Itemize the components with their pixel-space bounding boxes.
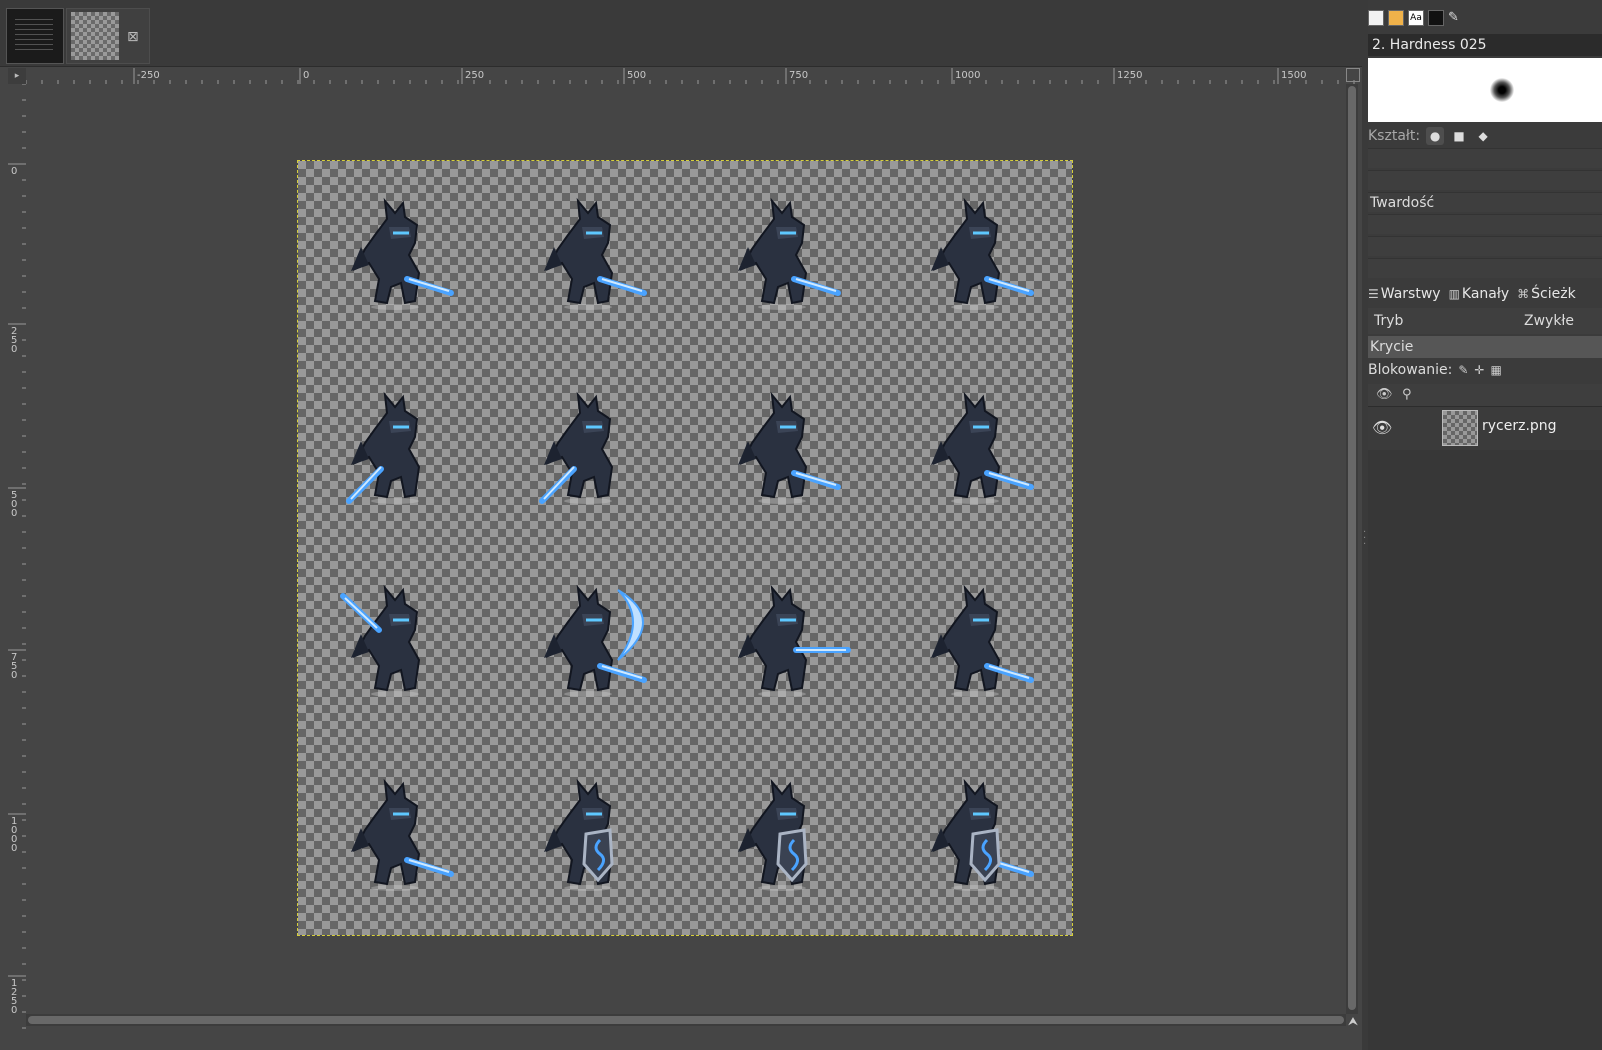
image-tab-bar: ⊠: [0, 0, 1376, 67]
ruler-label: 0: [11, 508, 17, 519]
sprite-knight-sword-low: [345, 391, 420, 504]
tab-paths[interactable]: ⌘ Ścieżk: [1517, 286, 1576, 302]
layer-mode-row[interactable]: Tryb Zwykłe: [1368, 308, 1602, 334]
shape-label: Kształt:: [1368, 128, 1421, 144]
pencil-icon[interactable]: ✎: [1448, 10, 1464, 26]
visibility-header-icon: 👁: [1376, 387, 1393, 402]
ruler-label: 0: [11, 344, 17, 355]
fonts-tab-icon[interactable]: Aa: [1408, 10, 1424, 26]
image-tab-1[interactable]: [6, 8, 64, 64]
brushes-tab-icon[interactable]: [1368, 10, 1384, 26]
brush-option-row[interactable]: [1368, 170, 1602, 190]
tab-channels[interactable]: ▥ Kanały: [1449, 286, 1510, 302]
sprite-knight-shield-sword: [931, 778, 1035, 891]
ruler-label: 0: [11, 670, 17, 681]
image-canvas[interactable]: [297, 160, 1073, 936]
ruler-corner-button[interactable]: ▸: [8, 68, 26, 84]
link-header-icon: ⚲: [1402, 387, 1412, 402]
ruler-label: 750: [789, 70, 808, 81]
lock-position-icon[interactable]: ✛: [1474, 360, 1484, 380]
vertical-scrollbar[interactable]: [1346, 84, 1358, 1014]
brush-dot: [1490, 78, 1514, 102]
vertical-ruler: 025050075010001250: [8, 84, 26, 1032]
brush-preview: [1368, 58, 1602, 122]
sprite-knight-leap: [737, 391, 841, 504]
ruler-label: 0: [11, 166, 17, 177]
ruler-label: 0: [303, 70, 309, 81]
square-shape-icon[interactable]: ■: [1450, 127, 1468, 145]
brush-option-row[interactable]: [1368, 148, 1602, 168]
diamond-shape-icon[interactable]: ◆: [1474, 127, 1492, 145]
document-history-tab-icon[interactable]: [1428, 10, 1444, 26]
sprite-knight-sword-idle: [931, 197, 1035, 310]
ruler-label: 0: [11, 1005, 17, 1016]
sprite-knight-sword-idle: [350, 197, 454, 310]
patterns-tab-icon[interactable]: [1388, 10, 1404, 26]
eye-icon[interactable]: 👁: [1372, 418, 1392, 437]
scrollbar-thumb[interactable]: [1348, 86, 1356, 1010]
brush-option-row[interactable]: [1368, 214, 1602, 234]
zoom-image-button[interactable]: [1346, 68, 1360, 82]
layers-icon: ☰: [1368, 287, 1379, 301]
sprite-knight-sword-idle: [737, 197, 841, 310]
lock-alpha-icon[interactable]: ▦: [1490, 360, 1501, 380]
ruler-label: 500: [627, 70, 646, 81]
brush-shape-row: Kształt: ● ■ ◆: [1368, 126, 1492, 146]
ruler-label: 250: [465, 70, 484, 81]
paths-icon: ⌘: [1517, 287, 1530, 301]
sprite-knight-sword-idle: [931, 584, 1035, 697]
horizontal-scrollbar[interactable]: [26, 1014, 1346, 1026]
tab-layers[interactable]: ☰ Warstwy: [1368, 286, 1441, 302]
lock-label: Blokowanie:: [1368, 362, 1453, 378]
right-dock: Aa ✎ 2. Hardness 025 Kształt: ● ■ ◆ Twar…: [1368, 0, 1602, 1050]
brush-name: 2. Hardness 025: [1368, 34, 1602, 56]
sprite-knight-raise-sword: [339, 584, 420, 697]
sprite-knight-arc-slash: [544, 584, 648, 697]
sprite-knight-slash: [931, 391, 1035, 504]
layers-dock-tabs: ☰ Warstwy ▥ Kanały ⌘ Ścieżk: [1368, 284, 1602, 304]
image-thumbnail: [15, 19, 53, 53]
horizontal-ruler: -250 0 250 500 750 1000 1250 1500: [26, 68, 1362, 84]
ruler-label: 1000: [955, 70, 980, 81]
ruler-label: 0: [11, 843, 17, 854]
layers-list-empty-area: [1368, 450, 1602, 1050]
sprite-knight-sword-idle: [350, 778, 454, 891]
scrollbar-thumb[interactable]: [28, 1016, 1344, 1024]
tab-channels-label: Kanały: [1461, 286, 1510, 302]
tab-paths-label: Ścieżk: [1531, 286, 1576, 302]
layer-row[interactable]: 👁 rycerz.png: [1368, 408, 1602, 448]
sprite-knight-thrust: [737, 584, 851, 697]
brush-option-row[interactable]: [1368, 236, 1602, 256]
circle-shape-icon[interactable]: ●: [1426, 127, 1445, 145]
sprite-knight-sword-idle: [544, 197, 648, 310]
lock-pixels-icon[interactable]: ✎: [1458, 360, 1468, 380]
image-thumbnail: [71, 12, 119, 60]
tab-layers-label: Warstwy: [1380, 286, 1441, 302]
sprite-knight-jump: [539, 391, 614, 504]
opacity-slider[interactable]: Krycie: [1368, 336, 1602, 358]
dock-tabs: Aa ✎: [1368, 10, 1464, 30]
gimp-window: ⊠ ▸ -250 0 250 500 750 1000 1250 1500 0 250 500 75…: [0, 0, 1602, 1050]
mode-label: Tryb: [1374, 313, 1404, 329]
layer-name: rycerz.png: [1482, 418, 1557, 434]
lock-row: Blokowanie: ✎ ✛ ▦: [1368, 360, 1502, 380]
ruler-label: 1500: [1281, 70, 1306, 81]
close-icon[interactable]: ⊠: [127, 29, 139, 45]
sprite-knight-shield: [737, 778, 808, 891]
navigate-icon[interactable]: ⮝: [1346, 1014, 1360, 1028]
ruler-label: -250: [137, 70, 160, 81]
mode-select[interactable]: Zwykłe: [1524, 308, 1574, 334]
layers-list-header: 👁 ⚲: [1368, 384, 1602, 407]
image-tab-2[interactable]: ⊠: [66, 8, 150, 64]
hardness-row[interactable]: Twardość: [1368, 192, 1602, 212]
channels-icon: ▥: [1448, 287, 1460, 301]
layer-thumbnail: [1442, 410, 1478, 446]
sprite-knight-shield: [544, 778, 614, 891]
brush-option-row[interactable]: [1368, 258, 1602, 278]
canvas-area[interactable]: [26, 84, 1346, 1014]
ruler-label: 1250: [1117, 70, 1142, 81]
